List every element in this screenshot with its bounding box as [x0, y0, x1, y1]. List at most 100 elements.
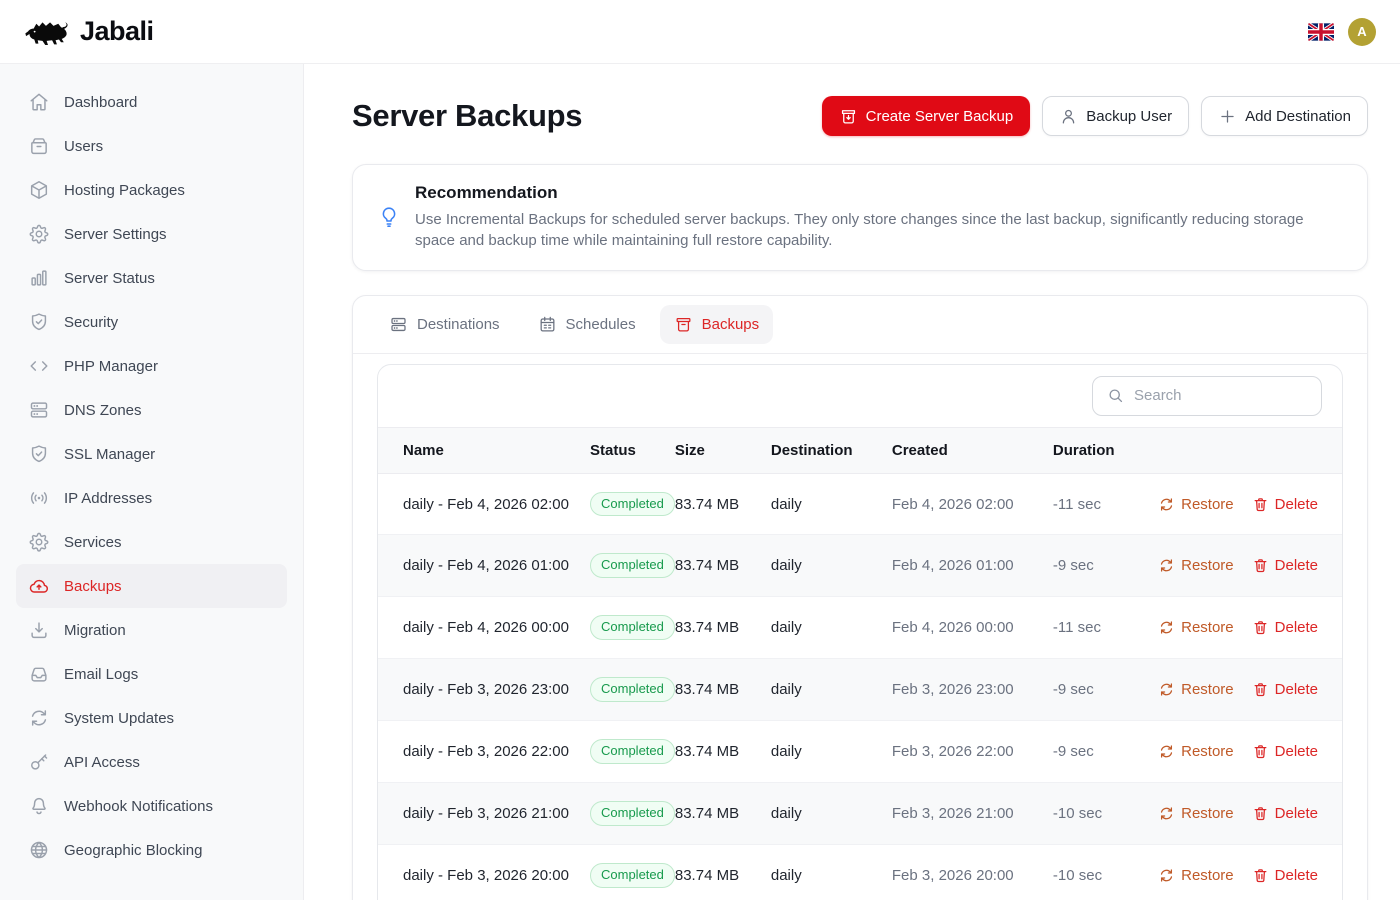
backup-duration: -9 sec: [1053, 535, 1153, 597]
code-icon: [28, 355, 50, 377]
cube-icon: [28, 179, 50, 201]
restore-button[interactable]: Restore: [1158, 557, 1234, 574]
restore-button[interactable]: Restore: [1158, 743, 1234, 760]
restore-button[interactable]: Restore: [1158, 681, 1234, 698]
table-row: daily - Feb 4, 2026 00:00 Completed 83.7…: [378, 597, 1342, 659]
backup-name: daily - Feb 3, 2026 23:00: [378, 659, 590, 721]
sidebar-item-label: Migration: [64, 622, 126, 639]
search-icon: [1106, 386, 1125, 405]
backups-panel: Destinations Schedules Backups: [352, 295, 1368, 900]
brand-logo[interactable]: Jabali: [24, 15, 154, 49]
archive-box-icon: [674, 315, 693, 334]
sidebar-item-dashboard[interactable]: Dashboard: [16, 80, 287, 124]
sidebar-item-backups[interactable]: Backups: [16, 564, 287, 608]
backup-name: daily - Feb 4, 2026 02:00: [378, 473, 590, 535]
tab-label: Destinations: [417, 316, 500, 333]
backup-size: 83.74 MB: [675, 535, 771, 597]
bar-chart-icon: [28, 267, 50, 289]
create-server-backup-button[interactable]: Create Server Backup: [822, 96, 1031, 136]
sidebar-item-server-settings[interactable]: Server Settings: [16, 212, 287, 256]
sidebar-item-dns-zones[interactable]: DNS Zones: [16, 388, 287, 432]
sidebar-item-label: Hosting Packages: [64, 182, 185, 199]
sidebar-item-system-updates[interactable]: System Updates: [16, 696, 287, 740]
sidebar-item-geographic-blocking[interactable]: Geographic Blocking: [16, 828, 287, 872]
sidebar-item-label: Dashboard: [64, 94, 137, 111]
trash-icon: [1252, 496, 1269, 513]
recommendation-card: Recommendation Use Incremental Backups f…: [352, 164, 1368, 271]
table-row: daily - Feb 3, 2026 23:00 Completed 83.7…: [378, 659, 1342, 721]
sidebar-item-label: IP Addresses: [64, 490, 152, 507]
home-icon: [28, 91, 50, 113]
tab-schedules[interactable]: Schedules: [524, 305, 650, 344]
backup-destination: daily: [771, 597, 892, 659]
status-badge: Completed: [590, 492, 675, 517]
status-badge: Completed: [590, 553, 675, 578]
sidebar-item-label: System Updates: [64, 710, 174, 727]
sidebar-item-users[interactable]: Users: [16, 124, 287, 168]
add-destination-button[interactable]: Add Destination: [1201, 96, 1368, 136]
sidebar-item-ip-addresses[interactable]: IP Addresses: [16, 476, 287, 520]
table-card: Name Status Size Destination Created Dur…: [377, 364, 1343, 900]
sidebar-item-email-logs[interactable]: Email Logs: [16, 652, 287, 696]
inbox-icon: [28, 663, 50, 685]
backup-created: Feb 4, 2026 00:00: [892, 597, 1053, 659]
sidebar-item-webhook-notifications[interactable]: Webhook Notifications: [16, 784, 287, 828]
column-header-created: Created: [892, 427, 1053, 473]
recommendation-body: Use Incremental Backups for scheduled se…: [415, 209, 1335, 252]
backup-size: 83.74 MB: [675, 473, 771, 535]
backup-size: 83.74 MB: [675, 783, 771, 845]
delete-button[interactable]: Delete: [1252, 557, 1318, 574]
tab-backups[interactable]: Backups: [660, 305, 774, 344]
sidebar-item-label: Backups: [64, 578, 122, 595]
status-badge: Completed: [590, 863, 675, 888]
restore-button[interactable]: Restore: [1158, 867, 1234, 884]
backup-user-button[interactable]: Backup User: [1042, 96, 1189, 136]
sidebar-item-label: Webhook Notifications: [64, 798, 213, 815]
backup-name: daily - Feb 3, 2026 20:00: [378, 844, 590, 900]
delete-button[interactable]: Delete: [1252, 867, 1318, 884]
sidebar-item-php-manager[interactable]: PHP Manager: [16, 344, 287, 388]
download-tray-icon: [28, 619, 50, 641]
backup-destination: daily: [771, 535, 892, 597]
backup-created: Feb 3, 2026 21:00: [892, 783, 1053, 845]
table-row: daily - Feb 4, 2026 01:00 Completed 83.7…: [378, 535, 1342, 597]
restore-button[interactable]: Restore: [1158, 496, 1234, 513]
sidebar-item-security[interactable]: Security: [16, 300, 287, 344]
trash-icon: [1252, 867, 1269, 884]
delete-button[interactable]: Delete: [1252, 619, 1318, 636]
tab-destinations[interactable]: Destinations: [375, 305, 514, 344]
avatar[interactable]: A: [1348, 18, 1376, 46]
restore-button[interactable]: Restore: [1158, 619, 1234, 636]
language-flag-icon[interactable]: [1308, 23, 1334, 41]
main-content: Server Backups Create Server Backup Back…: [304, 64, 1400, 900]
table-row: daily - Feb 3, 2026 20:00 Completed 83.7…: [378, 844, 1342, 900]
backup-created: Feb 4, 2026 01:00: [892, 535, 1053, 597]
brand-name: Jabali: [80, 16, 154, 47]
refresh-icon: [1158, 805, 1175, 822]
column-header-destination: Destination: [771, 427, 892, 473]
delete-button[interactable]: Delete: [1252, 805, 1318, 822]
sidebar-item-hosting-packages[interactable]: Hosting Packages: [16, 168, 287, 212]
delete-button[interactable]: Delete: [1252, 743, 1318, 760]
sidebar-item-ssl-manager[interactable]: SSL Manager: [16, 432, 287, 476]
sidebar-item-services[interactable]: Services: [16, 520, 287, 564]
user-icon: [1059, 107, 1078, 126]
search-input[interactable]: [1134, 387, 1308, 404]
sidebar-item-migration[interactable]: Migration: [16, 608, 287, 652]
trash-icon: [1252, 681, 1269, 698]
table-row: daily - Feb 3, 2026 21:00 Completed 83.7…: [378, 783, 1342, 845]
backup-name: daily - Feb 3, 2026 21:00: [378, 783, 590, 845]
column-header-duration: Duration: [1053, 427, 1153, 473]
cog-icon: [28, 223, 50, 245]
table-header-row: Name Status Size Destination Created Dur…: [378, 427, 1342, 473]
sidebar-item-server-status[interactable]: Server Status: [16, 256, 287, 300]
status-badge: Completed: [590, 677, 675, 702]
backup-destination: daily: [771, 473, 892, 535]
restore-button[interactable]: Restore: [1158, 805, 1234, 822]
recommendation-title: Recommendation: [415, 183, 1335, 203]
backup-duration: -9 sec: [1053, 659, 1153, 721]
delete-button[interactable]: Delete: [1252, 496, 1318, 513]
sidebar-item-api-access[interactable]: API Access: [16, 740, 287, 784]
server-stack-icon: [28, 399, 50, 421]
delete-button[interactable]: Delete: [1252, 681, 1318, 698]
